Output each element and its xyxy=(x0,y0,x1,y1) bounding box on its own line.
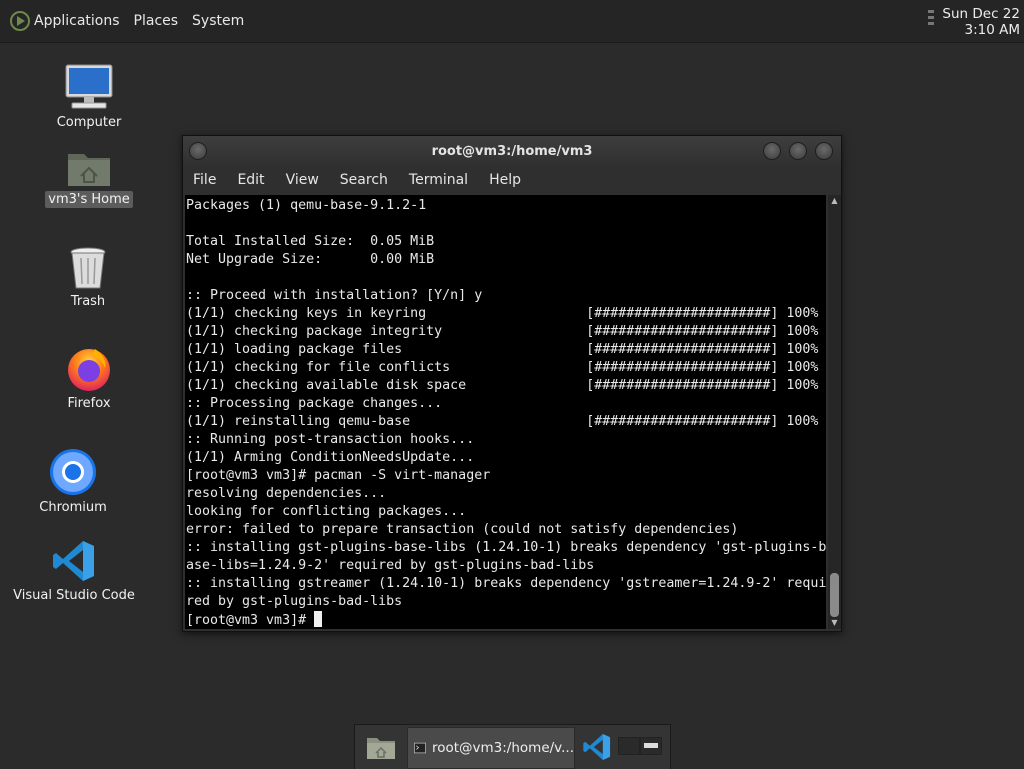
terminal-line: error: failed to prepare transaction (co… xyxy=(186,522,739,537)
clock-time: 3:10 AM xyxy=(964,22,1021,38)
desktop-icon-label: Chromium xyxy=(39,500,107,515)
vscode-icon xyxy=(583,733,611,761)
terminal-line: [root@vm3 vm3]# pacman -S virt-manager xyxy=(186,468,491,483)
scroll-up-icon[interactable]: ▲ xyxy=(828,195,841,207)
terminal-window: root@vm3:/home/vm3 File Edit View Search… xyxy=(182,135,842,632)
system-menu[interactable]: System xyxy=(192,13,244,29)
applications-menu[interactable]: Applications xyxy=(34,13,120,29)
terminal-output[interactable]: Packages (1) qemu-base-9.1.2-1 Total Ins… xyxy=(185,195,826,629)
places-menu[interactable]: Places xyxy=(134,13,179,29)
workspace-1[interactable] xyxy=(618,737,640,755)
terminal-line: :: installing gst-plugins-base-libs (1.2… xyxy=(186,540,827,555)
panel-right: Sun Dec 22 3:10 AM xyxy=(928,6,1020,38)
desktop-icon-trash[interactable]: Trash xyxy=(58,246,118,310)
desktop-icon-firefox[interactable]: Firefox xyxy=(58,344,120,412)
task-terminal-button[interactable]: root@vm3:/home/v... xyxy=(407,727,575,769)
computer-icon xyxy=(65,64,113,109)
workspace-2[interactable] xyxy=(640,737,662,755)
desktop-icon-home[interactable]: vm3's Home xyxy=(44,146,134,208)
terminal-line: :: Processing package changes... xyxy=(186,396,443,411)
top-panel: Applications Places System Sun Dec 22 3:… xyxy=(0,0,1024,43)
terminal-line: (1/1) checking package integrity [######… xyxy=(186,324,819,339)
terminal-icon xyxy=(414,742,426,754)
vscode-launcher[interactable] xyxy=(577,725,617,769)
window-titlebar[interactable]: root@vm3:/home/vm3 xyxy=(183,136,841,166)
task-label: root@vm3:/home/v... xyxy=(431,740,574,756)
clock[interactable]: Sun Dec 22 3:10 AM xyxy=(942,6,1020,38)
terminal-line: (1/1) reinstalling qemu-base [##########… xyxy=(186,414,819,429)
desktop-icon-label: vm3's Home xyxy=(45,191,133,208)
desktop-icon-label: Visual Studio Code xyxy=(13,588,135,603)
menu-search[interactable]: Search xyxy=(340,172,388,188)
firefox-icon xyxy=(68,349,110,391)
terminal-line: (1/1) loading package files [###########… xyxy=(186,342,819,357)
scroll-down-icon[interactable]: ▼ xyxy=(828,617,841,629)
maximize-icon[interactable] xyxy=(789,142,807,160)
terminal-line: (1/1) checking keys in keyring [########… xyxy=(186,306,819,321)
menu-terminal[interactable]: Terminal xyxy=(409,172,468,188)
menu-view[interactable]: View xyxy=(286,172,319,188)
desktop-icon-label: Trash xyxy=(70,294,106,309)
terminal-scrollbar[interactable]: ▲ ▼ xyxy=(828,195,841,629)
folder-icon xyxy=(367,738,395,759)
terminal-line: :: Running post-transaction hooks... xyxy=(186,432,475,447)
minimize-icon[interactable] xyxy=(763,142,781,160)
desktop-icon-computer[interactable]: Computer xyxy=(54,63,124,131)
terminal-line: :: installing gstreamer (1.24.10-1) brea… xyxy=(186,576,827,591)
desktop-icon-vscode[interactable]: Visual Studio Code xyxy=(13,538,135,604)
bottom-taskbar: root@vm3:/home/v... xyxy=(354,724,671,769)
text-cursor xyxy=(314,611,323,627)
window-menubar: File Edit View Search Terminal Help xyxy=(183,166,841,194)
terminal-line: ase-libs=1.24.9-2' required by gst-plugi… xyxy=(186,558,595,573)
terminal-line: (1/1) checking available disk space [###… xyxy=(186,378,819,393)
vscode-icon xyxy=(53,541,94,581)
close-icon[interactable] xyxy=(815,142,833,160)
chromium-icon xyxy=(50,449,96,495)
window-menu-icon[interactable] xyxy=(189,142,207,160)
terminal-line: looking for conflicting packages... xyxy=(186,504,467,519)
terminal-line: Net Upgrade Size: 0.00 MiB xyxy=(186,252,435,267)
terminal-prompt: [root@vm3 vm3]# xyxy=(186,613,315,628)
menu-edit[interactable]: Edit xyxy=(237,172,264,188)
scrollbar-thumb[interactable] xyxy=(830,573,839,617)
terminal-line: Packages (1) qemu-base-9.1.2-1 xyxy=(186,198,427,213)
terminal-line: :: Proceed with installation? [Y/n] y xyxy=(186,288,483,303)
terminal-line: (1/1) Arming ConditionNeedsUpdate... xyxy=(186,450,475,465)
panel-handle-icon[interactable] xyxy=(928,10,935,28)
terminal-line: (1/1) checking for file conflicts [#####… xyxy=(186,360,819,375)
clock-date: Sun Dec 22 xyxy=(942,6,1020,22)
menu-file[interactable]: File xyxy=(193,172,216,188)
terminal-line: resolving dependencies... xyxy=(186,486,387,501)
window-title: root@vm3:/home/vm3 xyxy=(431,143,593,159)
desktop-icon-label: Firefox xyxy=(67,396,111,411)
menu-help[interactable]: Help xyxy=(489,172,521,188)
terminal-line: Total Installed Size: 0.05 MiB xyxy=(186,234,435,249)
desktop-icon-label: Computer xyxy=(56,115,122,130)
home-folder-icon xyxy=(68,154,110,186)
terminal-text: Packages (1) qemu-base-9.1.2-1 Total Ins… xyxy=(186,197,826,629)
desktop-icon-chromium[interactable]: Chromium xyxy=(38,448,108,516)
trash-icon xyxy=(70,247,106,289)
terminal-line: red by gst-plugins-bad-libs xyxy=(186,594,403,609)
distro-logo-icon[interactable] xyxy=(9,10,31,32)
terminal-prompt-line: [root@vm3 vm3]# xyxy=(186,611,826,629)
file-manager-launcher[interactable] xyxy=(361,725,401,769)
